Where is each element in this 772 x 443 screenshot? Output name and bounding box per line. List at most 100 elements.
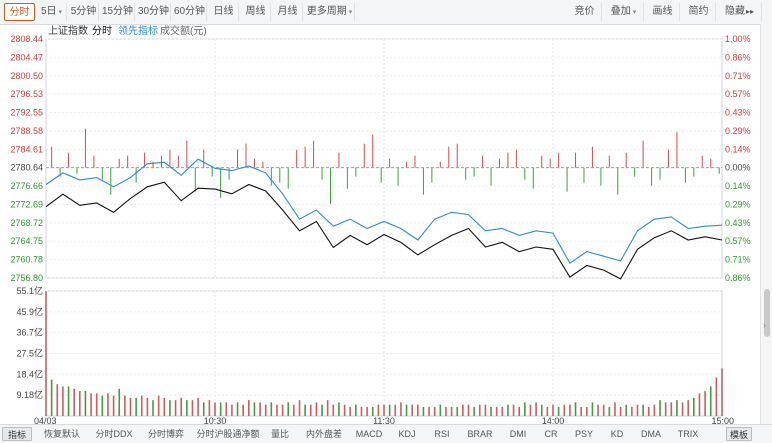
legend-lead-name: 领先指标 <box>118 24 158 37</box>
period-tab-0[interactable]: 分时 <box>4 3 35 21</box>
period-tab-4[interactable]: 30分钟 <box>137 3 171 21</box>
toolbar-action-label: 画线 <box>652 6 673 17</box>
period-tab-label: 日线 <box>213 6 234 17</box>
period-tab-1[interactable]: 5日 ▾ <box>37 3 67 21</box>
period-tab-label: 周线 <box>245 6 266 17</box>
toolbar-action-label: 叠加 <box>610 6 631 17</box>
y-tick-right: 0.00% <box>725 163 751 173</box>
period-tab-8[interactable]: 月线 <box>273 3 303 21</box>
period-tab-9[interactable]: 更多周期 ▾ <box>305 3 355 21</box>
price-plot-area <box>45 38 723 279</box>
indicator-tab-11[interactable]: DMI <box>504 427 532 441</box>
period-tab-label: 30分钟 <box>137 6 170 17</box>
indicator-tab-15[interactable]: DMA <box>636 427 666 441</box>
y-tick-left: 2768.72 <box>10 218 43 228</box>
toolbar-action-label: 隐藏 <box>724 6 745 17</box>
indicator-tab-0[interactable]: 指标 <box>2 427 32 441</box>
y-tick-right: 0.29% <box>725 199 751 209</box>
x-tick-label: 15:00 <box>711 416 734 424</box>
y-tick-left: 2760.78 <box>10 255 43 265</box>
y-tick-left: 2764.75 <box>10 236 43 246</box>
indicator-tab-16[interactable]: TRIX <box>672 427 704 441</box>
indicator-tab-14[interactable]: KD <box>604 427 630 441</box>
indicator-tab-5[interactable]: 量比 <box>266 427 294 441</box>
period-tab-label: 分时 <box>9 7 30 18</box>
y-tick-right: 0.14% <box>725 144 751 154</box>
period-tab-5[interactable]: 60分钟 <box>173 3 207 21</box>
period-tab-label: 5日 <box>40 6 57 17</box>
toolbar-action-2[interactable]: 画线 <box>646 3 680 21</box>
volume-y-tick: 9.18亿 <box>16 389 43 400</box>
period-tab-label: 更多周期 <box>306 6 347 17</box>
indicator-tab-4[interactable]: 分时沪股通净额 <box>194 427 262 441</box>
y-tick-right: 0.57% <box>725 236 751 246</box>
y-tick-right: 0.43% <box>725 108 751 118</box>
toolbar-action-label: 简约 <box>688 6 709 17</box>
indicator-tab-8[interactable]: KDJ <box>392 427 422 441</box>
indicator-bar: 指标 恢复默认 分时DDX 分时博弈 分时沪股通净额 量比 内外盘差 MACD KDJ RSI BR… <box>0 424 772 443</box>
expand-right-icon[interactable]: › <box>763 320 766 330</box>
period-tab-label: 60分钟 <box>173 6 206 17</box>
vertical-scrollbar[interactable]: › <box>760 24 772 424</box>
y-tick-left: 2772.69 <box>10 199 43 209</box>
y-tick-right: 0.57% <box>725 89 751 99</box>
y-tick-right: 0.14% <box>725 181 751 191</box>
period-tab-label: 15分钟 <box>101 6 134 17</box>
y-tick-left: 2788.58 <box>10 126 43 136</box>
x-tick-label: 04/03 <box>34 416 57 424</box>
indicator-tab-2[interactable]: 分时DDX <box>90 427 138 441</box>
toolbar-action-1[interactable]: 叠加 ▾ <box>604 3 644 21</box>
y-tick-right: 0.71% <box>725 255 751 265</box>
y-tick-right: 0.86% <box>725 273 751 283</box>
period-tab-label: 月线 <box>277 6 298 17</box>
y-tick-right: 0.86% <box>725 52 751 62</box>
y-tick-right: 1.00% <box>725 34 751 44</box>
toolbar-action-label: 竞价 <box>574 6 595 17</box>
period-toolbar: 分时 5日 ▾ 5分钟 15分钟 30分钟 60分钟 日线 周线 月线 更多周期 ▾ 竞价 叠加 ▾ 画线 简约… <box>0 0 772 25</box>
volume-y-tick: 18.4亿 <box>16 368 43 379</box>
period-tab-3[interactable]: 15分钟 <box>101 3 135 21</box>
y-tick-left: 2784.61 <box>10 144 43 154</box>
legend-volume-name: 成交额(元) <box>160 24 207 37</box>
y-tick-left: 2780.64 <box>10 163 43 173</box>
y-tick-left: 2776.66 <box>10 181 43 191</box>
caret-down-icon: ▾ <box>58 9 63 16</box>
volume-y-tick: 45.9亿 <box>16 306 43 317</box>
x-tick-label: 11:30 <box>373 416 395 424</box>
indicator-tab-9[interactable]: RSI <box>428 427 456 441</box>
y-tick-left: 2808.44 <box>10 34 43 44</box>
caret-down-icon: ▾ <box>632 9 637 16</box>
y-tick-left: 2804.47 <box>10 52 43 62</box>
y-tick-left: 2756.80 <box>10 273 43 283</box>
period-tab-label: 5分钟 <box>70 6 97 17</box>
indicator-tab-6[interactable]: 内外盘差 <box>300 427 348 441</box>
indicator-tab-10[interactable]: BRAR <box>462 427 498 441</box>
volume-y-tick: 27.5亿 <box>16 348 43 359</box>
indicator-tab-1[interactable]: 恢复默认 <box>38 427 86 441</box>
indicator-tab-12[interactable]: CR <box>538 427 564 441</box>
volume-y-tick: 36.7亿 <box>16 327 43 338</box>
toolbar-action-0[interactable]: 竞价 <box>568 3 602 21</box>
period-tab-7[interactable]: 周线 <box>241 3 271 21</box>
intraday-chart[interactable]: 2808.44 1.00% 2804.47 0.86% 2800.50 0.71% 2796… <box>0 24 760 424</box>
y-tick-right: 0.29% <box>725 126 751 136</box>
legend-line-name: 分时 <box>92 25 112 37</box>
y-tick-left: 2800.50 <box>10 71 43 81</box>
toolbar-action-3[interactable]: 简约 <box>682 3 716 21</box>
y-tick-left: 2792.55 <box>10 108 43 118</box>
indicator-tab-13[interactable]: PSY <box>570 427 598 441</box>
period-tab-2[interactable]: 5分钟 <box>69 3 99 21</box>
double-right-arrow-icon: ▸▸ <box>745 7 755 16</box>
volume-y-tick: 55.1亿 <box>16 285 43 296</box>
x-tick-label: 14:00 <box>542 416 565 424</box>
y-tick-right: 0.71% <box>725 71 751 81</box>
toolbar-action-4[interactable]: 隐藏▸▸ <box>718 3 762 21</box>
period-tab-6[interactable]: 日线 <box>209 3 239 21</box>
y-tick-right: 0.43% <box>725 218 751 228</box>
indicator-tab-17[interactable]: 模板 <box>726 427 752 441</box>
indicator-tab-7[interactable]: MACD <box>352 427 386 441</box>
y-tick-left: 2796.53 <box>10 89 43 99</box>
caret-down-icon: ▾ <box>348 9 353 16</box>
x-tick-label: 10:30 <box>204 416 227 424</box>
indicator-tab-3[interactable]: 分时博弈 <box>142 427 190 441</box>
